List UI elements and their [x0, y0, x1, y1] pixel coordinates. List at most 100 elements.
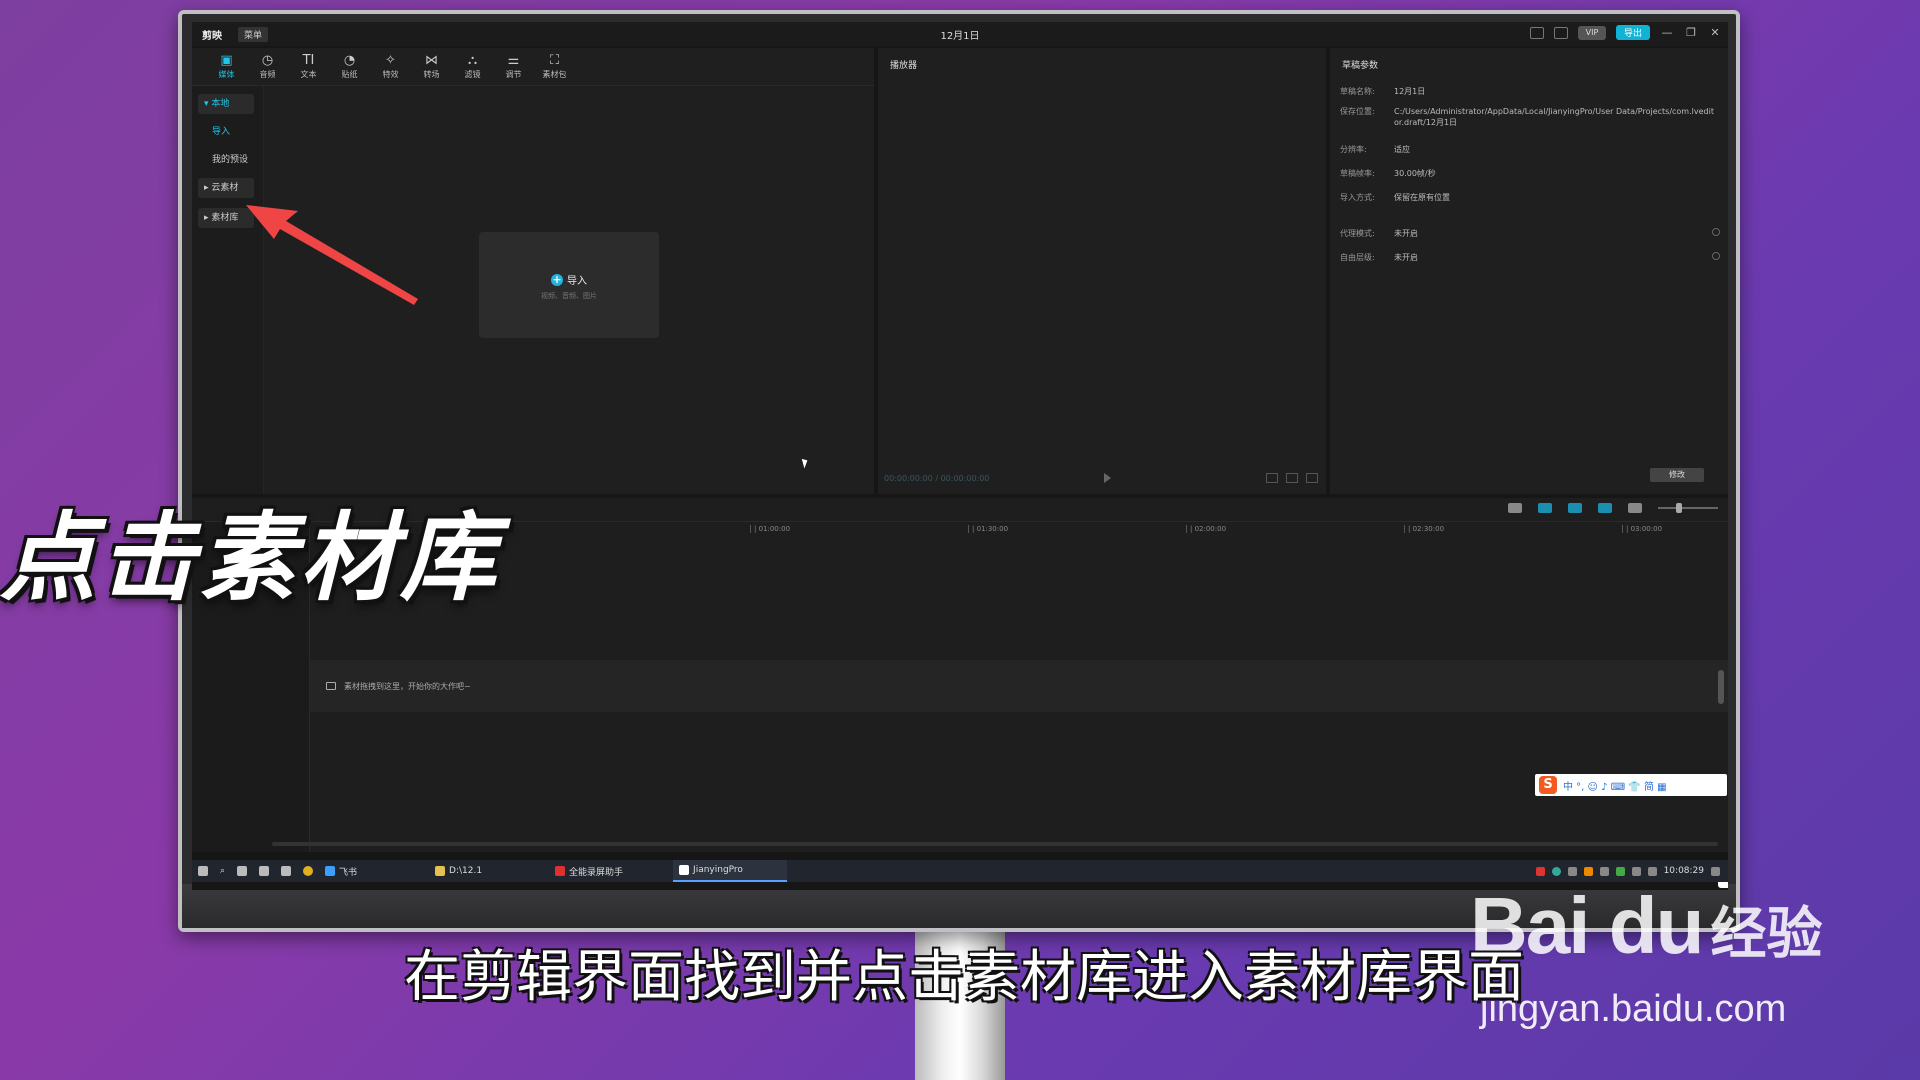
- prop-row-name: 草稿名称: 12月1日: [1340, 86, 1720, 97]
- tool-label: 调节: [505, 70, 522, 79]
- player-title: 播放器: [890, 61, 918, 71]
- layout-icon[interactable]: [1529, 26, 1544, 39]
- tool-label: 媒体: [218, 70, 235, 79]
- taskbar-feishu[interactable]: 飞书: [319, 860, 429, 882]
- preview-axis-icon[interactable]: [1628, 503, 1642, 513]
- volume-icon[interactable]: [1647, 866, 1657, 876]
- watermark-url: jingyan.baidu.com: [1480, 988, 1787, 1030]
- props-title: 草稿参数: [1342, 61, 1379, 71]
- minimize-icon[interactable]: —: [1660, 26, 1674, 39]
- task-view-button[interactable]: [231, 860, 253, 882]
- sidebar-item-presets[interactable]: 我的预设: [198, 150, 254, 170]
- import-dropzone[interactable]: + 导入 视频、音频、图片: [479, 232, 810, 469]
- vip-button[interactable]: VIP: [1577, 25, 1606, 40]
- app-logo: 剪映: [202, 30, 222, 42]
- effects-icon: ✧: [385, 53, 396, 68]
- taskbar-label: JianyingPro: [693, 865, 743, 875]
- vertical-scrollbar[interactable]: [1718, 670, 1724, 704]
- timeline-ruler[interactable]: | 01:00:00 | 01:30:00 | 02:00:00 | 02:30…: [312, 522, 1728, 538]
- ruler-tick: | 03:00:00: [1622, 525, 1662, 533]
- notification-icon[interactable]: [1711, 866, 1720, 876]
- tray-app-icon[interactable]: [1551, 866, 1561, 876]
- taskbar-jianying[interactable]: JianyingPro: [673, 860, 788, 882]
- sidebar-item-label: 素材库: [211, 213, 239, 223]
- taskbar-pinned-1[interactable]: [253, 860, 275, 882]
- tool-text[interactable]: TI 文本: [288, 48, 329, 85]
- search-button[interactable]: ⌕: [214, 860, 231, 882]
- tray-app-icon[interactable]: [1567, 866, 1577, 876]
- fullscreen-icon[interactable]: [1306, 473, 1318, 483]
- ruler-tick: | 01:30:00: [968, 525, 1008, 533]
- tool-transition[interactable]: ⋈ 转场: [411, 48, 452, 85]
- player-controls: 00:00:00:00 / 00:00:00:00: [884, 472, 1320, 484]
- recorder-icon: [555, 866, 566, 876]
- taskbar-clock[interactable]: 10:08:29: [1664, 866, 1704, 876]
- tool-label: 素材包: [542, 70, 567, 79]
- modify-button[interactable]: 修改: [1650, 468, 1704, 482]
- zoom-slider-knob[interactable]: [1676, 503, 1682, 513]
- prop-row-proxy: 代理模式: 未开启: [1340, 228, 1720, 239]
- maximize-icon[interactable]: ❐: [1684, 26, 1698, 39]
- tool-adjust[interactable]: ⚌ 调节: [493, 48, 534, 85]
- shortcut-icon[interactable]: [1553, 26, 1568, 39]
- sidebar-item-local[interactable]: ▾ 本地: [198, 94, 254, 114]
- taskbar: ⌕ 飞书 D:\12.1 全能录屏助手 JianyingPro 10:08:29: [192, 860, 1728, 882]
- plus-icon: +: [551, 272, 563, 286]
- sidebar-item-label: 导入: [212, 127, 231, 137]
- calculator-icon: [259, 866, 270, 876]
- play-icon[interactable]: [1104, 473, 1111, 483]
- taskbar-label: 飞书: [339, 867, 358, 878]
- timeline-tools: [1508, 503, 1718, 513]
- prop-value: C:/Users/Administrator/AppData/Local/Jia…: [1394, 107, 1714, 127]
- prop-row-import-mode: 导入方式: 保留在原有位置: [1340, 192, 1720, 203]
- close-icon[interactable]: ✕: [1708, 26, 1722, 39]
- network-icon[interactable]: [1631, 866, 1641, 876]
- taskbar-folder[interactable]: D:\12.1: [429, 860, 549, 882]
- taskbar-pinned-2[interactable]: [275, 860, 297, 882]
- zoom-slider[interactable]: [1658, 503, 1718, 513]
- import-button[interactable]: + 导入: [479, 272, 659, 287]
- tool-label: 特效: [382, 70, 399, 79]
- linkage-icon[interactable]: [1598, 503, 1612, 513]
- auto-snap-icon[interactable]: [1568, 503, 1582, 513]
- prop-value: 12月1日: [1394, 87, 1426, 96]
- horizontal-scrollbar[interactable]: [272, 842, 1718, 846]
- tool-audio[interactable]: ◷ 音频: [247, 48, 288, 85]
- tool-sticker[interactable]: ◔ 贴纸: [329, 48, 370, 85]
- tray-app-icon[interactable]: [1599, 866, 1609, 876]
- main-track-magnet-icon[interactable]: [1538, 503, 1552, 513]
- tool-media[interactable]: ▣ 媒体: [206, 48, 247, 85]
- ime-toolbar[interactable]: S 中 °, ☺ ♪ ⌨ 👕 简 ▦: [1535, 774, 1727, 796]
- prop-key: 草稿帧率:: [1340, 169, 1375, 178]
- main-track-dropzone[interactable]: 素材拖拽到这里，开始你的大作吧~: [310, 660, 1728, 712]
- ime-controls[interactable]: 中 °, ☺ ♪ ⌨ 👕 简 ▦: [1563, 778, 1667, 793]
- prop-key: 自由层级:: [1340, 253, 1375, 262]
- tray-app-icon[interactable]: [1583, 866, 1593, 876]
- tool-effects[interactable]: ✧ 特效: [370, 48, 411, 85]
- video-subtitle: 在剪辑界面找到并点击素材库进入素材库界面: [404, 945, 1524, 1010]
- tray-app-icon[interactable]: [1615, 866, 1625, 876]
- start-button[interactable]: [192, 860, 214, 882]
- taskbar-label: D:\12.1: [449, 866, 483, 876]
- title-bar: 剪映 菜单 12月1日 VIP 导出 — ❐ ✕: [192, 22, 1728, 46]
- tool-filter[interactable]: ⛬ 滤镜: [452, 48, 493, 85]
- sidebar-item-cloud[interactable]: ▸ 云素材: [198, 178, 254, 198]
- menu-button[interactable]: 菜单: [238, 26, 269, 42]
- player-panel: 播放器 00:00:00:00 / 00:00:00:00: [878, 48, 1326, 494]
- sidebar-item-label: 本地: [211, 99, 230, 109]
- prop-key: 草稿名称:: [1340, 87, 1375, 96]
- record-tray-icon[interactable]: [1535, 866, 1545, 876]
- text-icon: TI: [302, 53, 315, 68]
- preview-quality-icon[interactable]: [1286, 473, 1298, 483]
- audio-icon: ◷: [261, 53, 274, 68]
- taskbar-chrome[interactable]: [297, 860, 319, 882]
- help-icon[interactable]: [1712, 252, 1720, 260]
- tool-package[interactable]: ⛶ 素材包: [534, 48, 575, 85]
- taskbar-recorder[interactable]: 全能录屏助手: [549, 860, 673, 882]
- microphone-icon[interactable]: [1508, 503, 1522, 513]
- ratio-icon[interactable]: [1266, 473, 1278, 483]
- export-button[interactable]: 导出: [1615, 25, 1650, 40]
- feishu-icon: [325, 866, 336, 876]
- sidebar-item-import[interactable]: 导入: [198, 122, 254, 142]
- help-icon[interactable]: [1712, 228, 1720, 236]
